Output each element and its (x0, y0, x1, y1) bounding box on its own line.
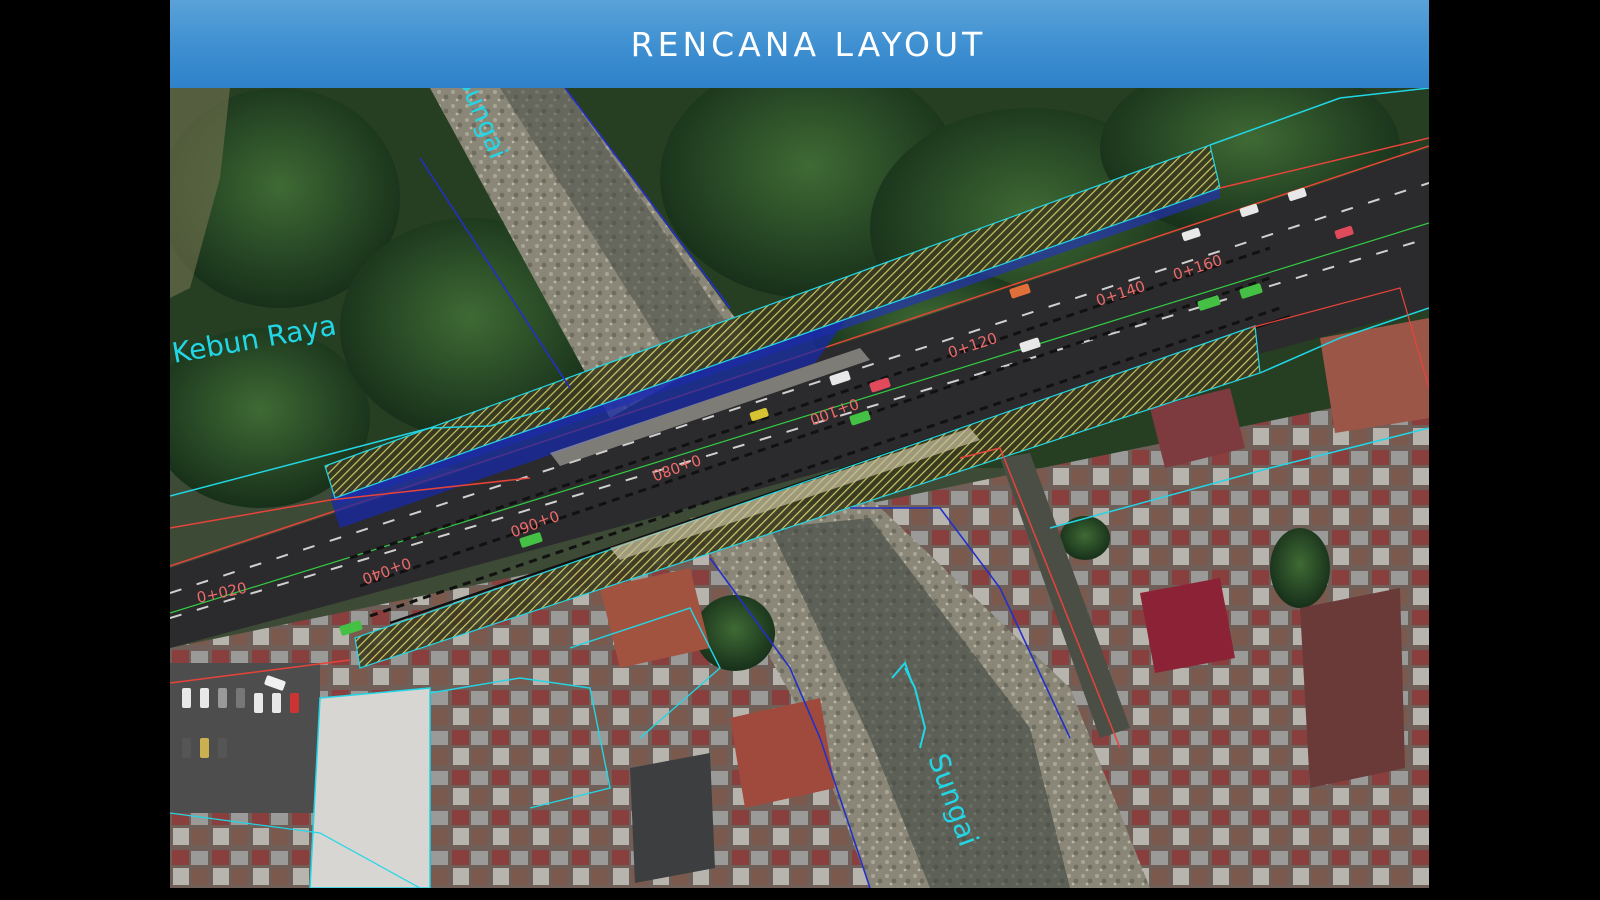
slide-title: RENCANA LAYOUT (630, 24, 987, 64)
slide: RENCANA LAYOUT 0+020 0+040 0+060 0+080 0… (170, 0, 1429, 888)
slide-stage: RENCANA LAYOUT 0+020 0+040 0+060 0+080 0… (0, 0, 1600, 900)
aerial-map: 0+020 0+040 0+060 0+080 0+100 0+120 0+14… (170, 88, 1429, 888)
slide-header: RENCANA LAYOUT (170, 0, 1429, 88)
